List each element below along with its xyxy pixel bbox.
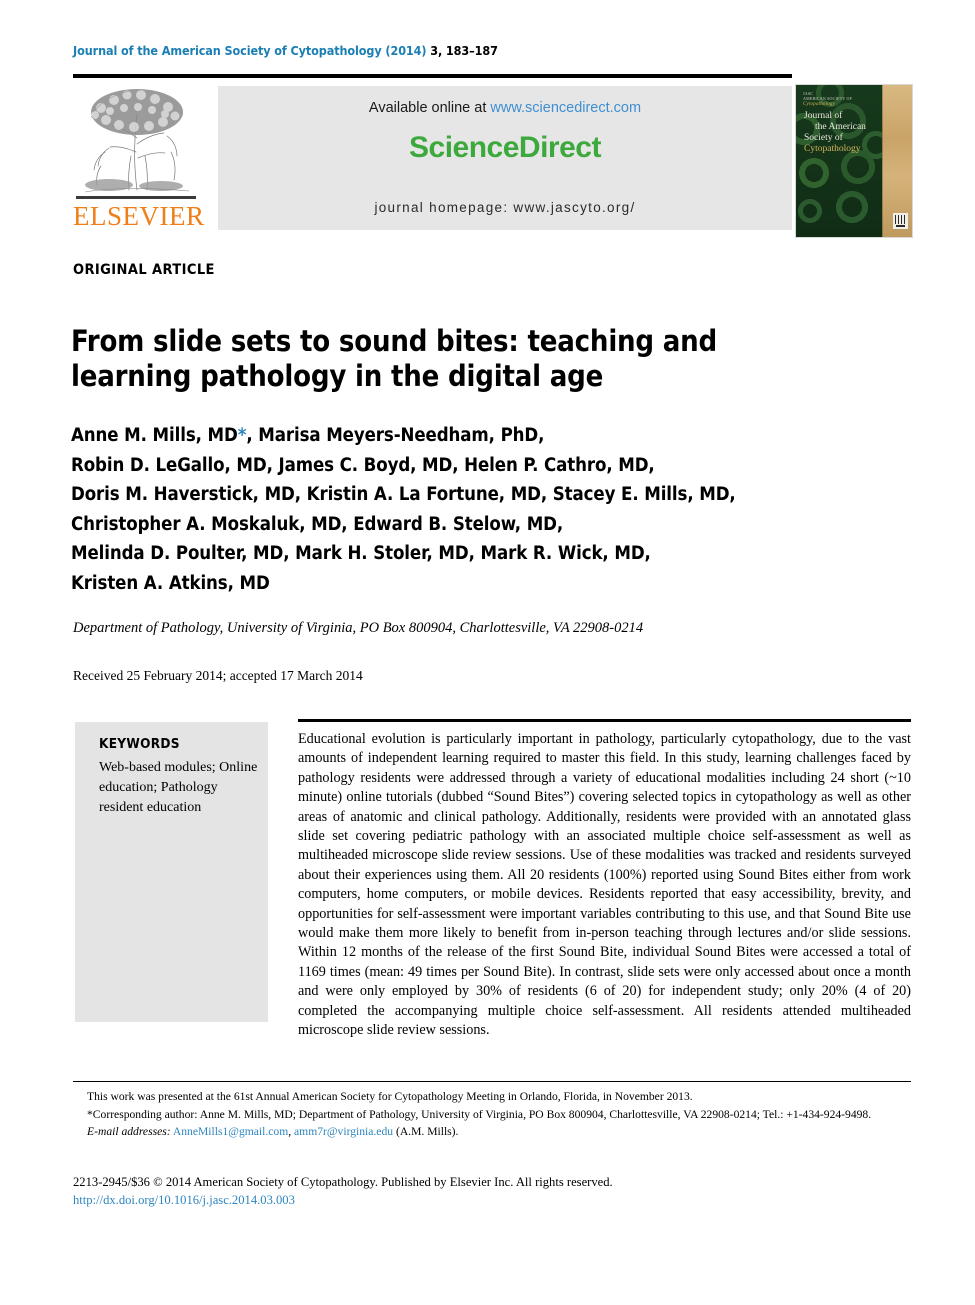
author-list: Anne M. Mills, MD*, Marisa Meyers-Needha… (71, 421, 861, 598)
sciencedirect-banner: ELSEVIER Available online at www.science… (73, 84, 792, 234)
page-title: From slide sets to sound bites: teaching… (71, 324, 718, 394)
footnote-emails: E-mail addresses: AnneMills1@gmail.com, … (87, 1125, 459, 1139)
email-link-1[interactable]: AnneMills1@gmail.com (173, 1125, 288, 1138)
available-online-line: Available online at www.sciencedirect.co… (218, 100, 792, 116)
cover-title-line2: the American (815, 122, 866, 132)
author-affiliation: Department of Pathology, University of V… (73, 620, 644, 636)
email-link-2[interactable]: amm7r@virginia.edu (294, 1125, 393, 1138)
abstract-text: Educational evolution is particularly im… (298, 731, 911, 1039)
cover-title: Journal of the American Society of Cytop… (804, 111, 878, 155)
sciencedirect-box: Available online at www.sciencedirect.co… (218, 86, 792, 230)
received-accepted-dates: Received 25 February 2014; accepted 17 M… (73, 668, 363, 683)
cover-label-line2: AMERICAN SOCIETY OF (803, 96, 852, 101)
author-line: Kristen A. Atkins, MD (71, 572, 270, 594)
footnotes: This work was presented at the 61st Annu… (73, 1089, 911, 1142)
sciencedirect-wordmark[interactable]: ScienceDirect (218, 131, 792, 165)
corresponding-author-marker: * (237, 425, 247, 446)
author-line: Melinda D. Poulter, MD, Mark H. Stoler, … (71, 543, 651, 564)
journal-homepage-link[interactable]: journal homepage: www.jascyto.org/ (218, 200, 792, 215)
author-line: Doris M. Haverstick, MD, Kristin A. La F… (71, 484, 736, 505)
author-line: Anne M. Mills, MD*, Marisa Meyers-Needha… (71, 425, 545, 446)
elsevier-divider (76, 196, 196, 199)
journal-cover-thumbnail: JASC AMERICAN SOCIETY OF Cytopathology J… (795, 84, 913, 238)
elsevier-tree-icon (79, 86, 195, 196)
keywords-box: KEYWORDS Web-based modules; Online educa… (75, 722, 268, 1022)
elsevier-logo-block: ELSEVIER (73, 84, 205, 234)
cover-title-line4: Cytopathology (804, 144, 861, 154)
article-first-page: Journal of the American Society of Cytop… (0, 0, 975, 1305)
header-rule (73, 74, 792, 78)
footnote-presented: This work was presented at the 61st Annu… (87, 1090, 693, 1103)
cover-title-line3: Society of (804, 133, 843, 143)
copyright-block: 2213-2945/$36 © 2014 American Society of… (73, 1174, 911, 1209)
cover-cell-pattern (796, 85, 882, 237)
elsevier-wordmark: ELSEVIER (73, 201, 205, 231)
footnote-rule (73, 1081, 911, 1082)
keywords-heading: KEYWORDS (99, 736, 180, 752)
copyright-line: 2213-2945/$36 © 2014 American Society of… (73, 1175, 613, 1189)
sciencedirect-url-link[interactable]: www.sciencedirect.com (490, 100, 641, 116)
cover-publisher-mark-icon (893, 213, 908, 229)
author-line: Robin D. LeGallo, MD, James C. Boyd, MD,… (71, 454, 655, 476)
running-head-journal: Journal of the American Society of Cytop… (73, 43, 427, 58)
article-type-label: ORIGINAL ARTICLE (73, 262, 215, 278)
email-addresses-label: E-mail addresses: (87, 1125, 171, 1139)
cover-label-line3: Cytopathology (803, 102, 836, 107)
running-head: Journal of the American Society of Cytop… (73, 43, 498, 58)
abstract-rule (298, 719, 911, 722)
cover-society-label: JASC AMERICAN SOCIETY OF Cytopathology (803, 91, 852, 107)
footnote-corresponding: *Corresponding author: Anne M. Mills, MD… (87, 1107, 872, 1121)
author-line: Christopher A. Moskaluk, MD, Edward B. S… (71, 513, 564, 535)
cover-title-line1: Journal of (804, 111, 843, 121)
keywords-list: Web-based modules; Online education; Pat… (99, 760, 258, 815)
running-head-pages: 3, 183–187 (430, 43, 498, 58)
available-online-label: Available online at (368, 100, 491, 116)
doi-link[interactable]: http://dx.doi.org/10.1016/j.jasc.2014.03… (73, 1192, 911, 1210)
email-owner: (A.M. Mills). (395, 1125, 459, 1139)
